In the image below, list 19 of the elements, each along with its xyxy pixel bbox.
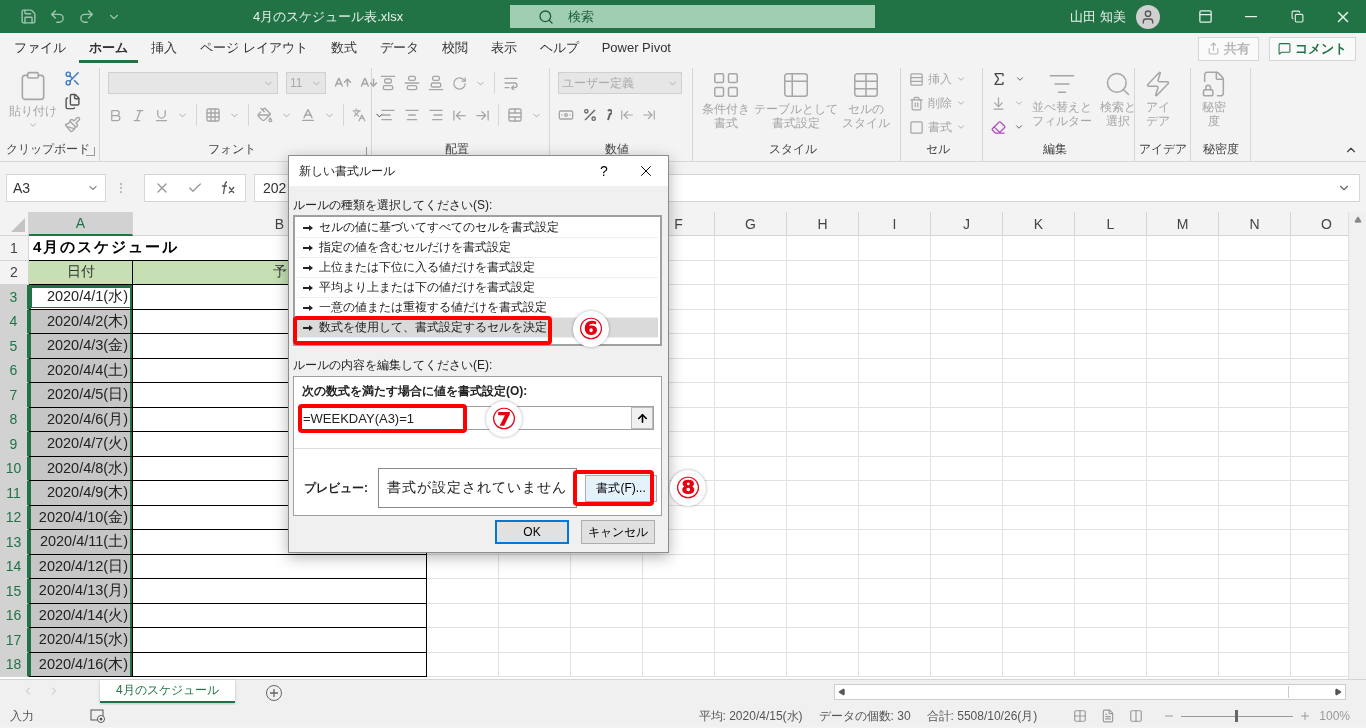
group-label: セル (924, 141, 951, 158)
group-label: 配置 (443, 141, 470, 158)
group-label: 秘密度 (1201, 141, 1240, 158)
group-label: 数値 (604, 141, 630, 158)
search-placeholder: 検索 (568, 7, 594, 26)
group-label: 編集 (1041, 141, 1068, 158)
user-name: 山田 知美 (1070, 7, 1126, 26)
table-header-cell: 日付 (29, 260, 133, 285)
sum-readout: 合計: 5508/10/26(月) (926, 707, 1038, 725)
group-label: フォント (206, 141, 257, 158)
preview-box: 書式が設定されていません (377, 468, 578, 508)
condition-label: 次の数式を満たす場合に値を書式設定(O): (301, 383, 529, 400)
preview-label: プレビュー: (304, 479, 369, 497)
rule-edit-label: ルールの内容を編集してください(E): (293, 356, 494, 374)
mode-indicator: 入力 (10, 707, 34, 725)
group-label: アイデア (1137, 141, 1188, 158)
count-readout: データの個数: 30 (818, 707, 911, 725)
average-readout: 平均: 2020/4/15(水) (698, 707, 803, 725)
group-label: スタイル (767, 141, 818, 158)
